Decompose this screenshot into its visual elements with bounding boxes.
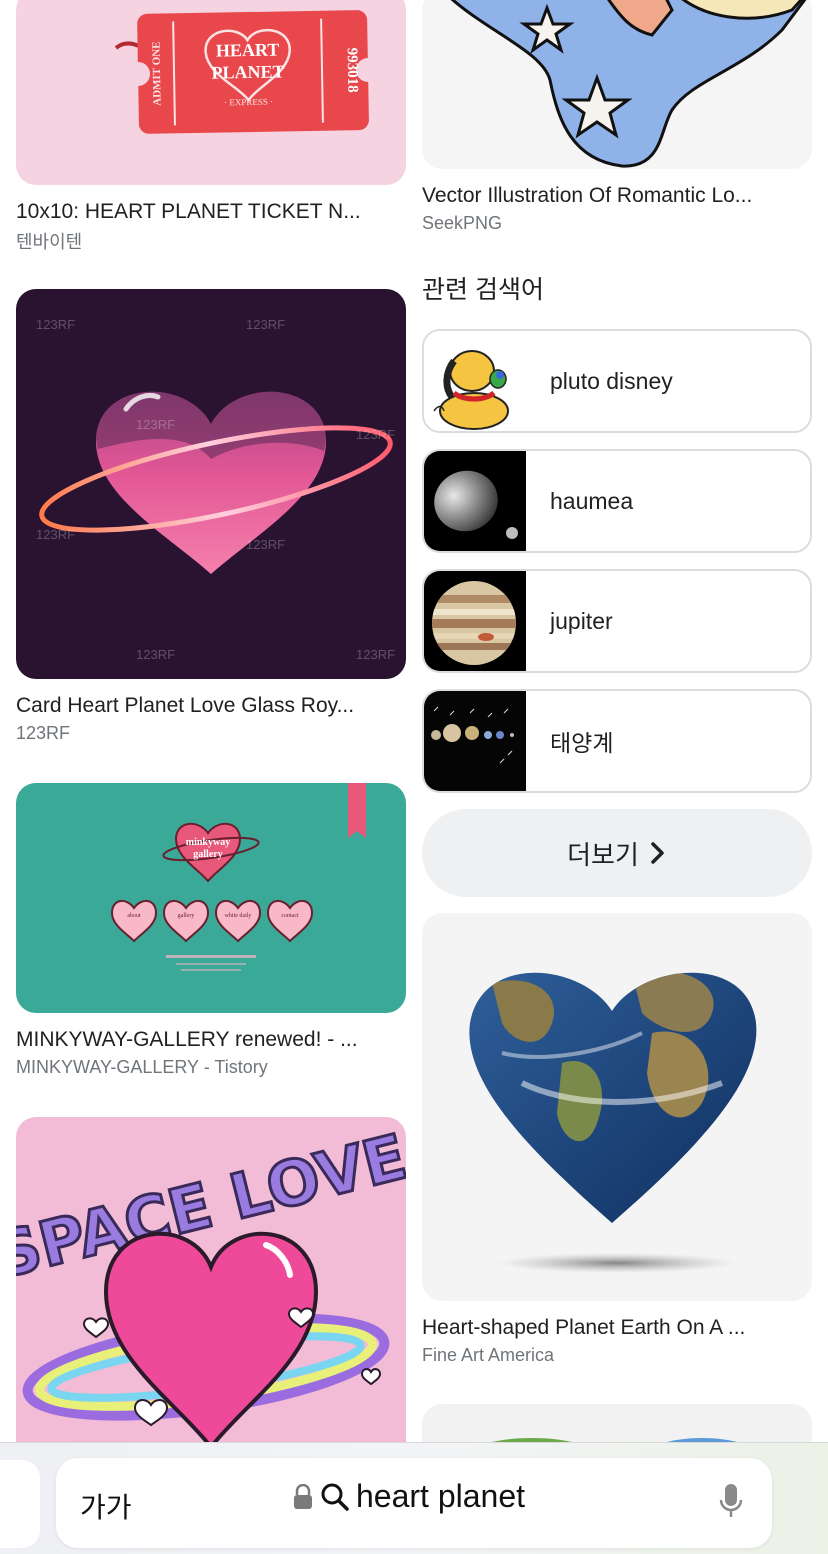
logo-line2: gallery xyxy=(193,849,222,860)
ticket-line2: PLANET xyxy=(211,61,284,82)
ticket-admit-text: ADMIT ONE xyxy=(150,41,163,105)
more-button[interactable]: 더보기 xyxy=(422,809,812,897)
related-chip-haumea[interactable]: haumea xyxy=(422,449,812,553)
glass-heart-illustration: 123RF 123RF 123RF 123RF 123RF 123RF 123R… xyxy=(36,317,395,662)
heart-earth-illustration xyxy=(469,972,757,1273)
address-bar[interactable]: 가가 heart planet xyxy=(56,1458,772,1548)
result-title[interactable]: MINKYWAY-GALLERY renewed! - ... xyxy=(16,1028,406,1052)
watermark-text: 123RF xyxy=(136,647,175,662)
result-image-heart-planet-ticket[interactable]: ADMIT ONE HEART PLANET · EXPRESS · 99301… xyxy=(16,0,406,185)
result-source: 123RF xyxy=(16,723,71,743)
heart-label: gallery xyxy=(178,913,195,919)
previous-tab-stub[interactable] xyxy=(0,1460,40,1548)
ticket-serial: 993018 xyxy=(344,48,361,93)
haumea-thumbnail xyxy=(424,451,526,551)
more-button-label: 더보기 xyxy=(567,839,639,870)
result-image-glass-heart-planet[interactable]: 123RF 123RF 123RF 123RF 123RF 123RF 123R… xyxy=(16,289,406,679)
ticket-line1: HEART xyxy=(216,40,280,61)
ticket-sub: · EXPRESS · xyxy=(224,97,273,108)
related-chip-solar-system[interactable]: 태양계 xyxy=(422,689,812,793)
related-chip-label: jupiter xyxy=(550,607,613,634)
text-size-button[interactable]: 가가 xyxy=(80,1486,132,1526)
heart-label: about xyxy=(127,913,141,919)
logo-line1: minkyway xyxy=(186,837,230,848)
related-chip-label: haumea xyxy=(550,487,634,514)
pluto-thumbnail xyxy=(424,331,526,431)
watermark-text: 123RF xyxy=(36,527,75,542)
watermark-text: 123RF xyxy=(246,537,285,552)
ticket-illustration: ADMIT ONE HEART PLANET · EXPRESS · 99301… xyxy=(114,10,381,134)
jupiter-thumbnail xyxy=(424,571,526,671)
watermark-text: 123RF xyxy=(356,647,395,662)
romantic-vector-illustration xyxy=(450,0,807,168)
watermark-text: 123RF xyxy=(36,317,75,332)
related-chip-pluto-disney[interactable]: pluto disney xyxy=(422,329,812,433)
result-source: 텐바이텐 xyxy=(16,232,83,252)
result-source: Fine Art America xyxy=(422,1345,555,1365)
result-title[interactable]: 10x10: HEART PLANET TICKET N... xyxy=(16,200,406,224)
result-image-romantic-vector[interactable] xyxy=(422,0,812,169)
search-icon xyxy=(321,1483,349,1511)
result-image-heart-earth[interactable] xyxy=(422,913,812,1301)
watermark-text: 123RF xyxy=(246,317,285,332)
result-title[interactable]: Heart-shaped Planet Earth On A ... xyxy=(422,1316,812,1340)
related-searches-heading: 관련 검색어 xyxy=(422,276,544,304)
space-love-illustration: SPACE LOVE xyxy=(16,1118,406,1451)
related-chip-jupiter[interactable]: jupiter xyxy=(422,569,812,673)
result-title[interactable]: Card Heart Planet Love Glass Roy... xyxy=(16,694,406,718)
watermark-text: 123RF xyxy=(136,417,175,432)
heart-label: contact xyxy=(281,913,299,919)
result-image-space-love[interactable]: SPACE LOVE xyxy=(16,1117,406,1477)
result-source: SeekPNG xyxy=(422,213,503,233)
result-image-minkyway-gallery[interactable]: minkyway gallery about gallery white dai… xyxy=(16,783,406,1013)
result-title[interactable]: Vector Illustration Of Romantic Lo... xyxy=(422,184,812,208)
related-chip-label: pluto disney xyxy=(550,367,673,394)
result-source: MINKYWAY-GALLERY - Tistory xyxy=(16,1057,268,1077)
watermark-text: 123RF xyxy=(356,427,395,442)
lock-icon xyxy=(294,1483,312,1509)
minkyway-illustration: minkyway gallery about gallery white dai… xyxy=(110,783,366,971)
microphone-icon[interactable] xyxy=(718,1482,744,1522)
solar-system-thumbnail xyxy=(424,691,526,791)
heart-label: white daily xyxy=(225,913,252,919)
related-chip-label: 태양계 xyxy=(550,730,614,756)
chevron-right-icon xyxy=(651,842,664,864)
search-query[interactable]: heart planet xyxy=(356,1478,525,1515)
